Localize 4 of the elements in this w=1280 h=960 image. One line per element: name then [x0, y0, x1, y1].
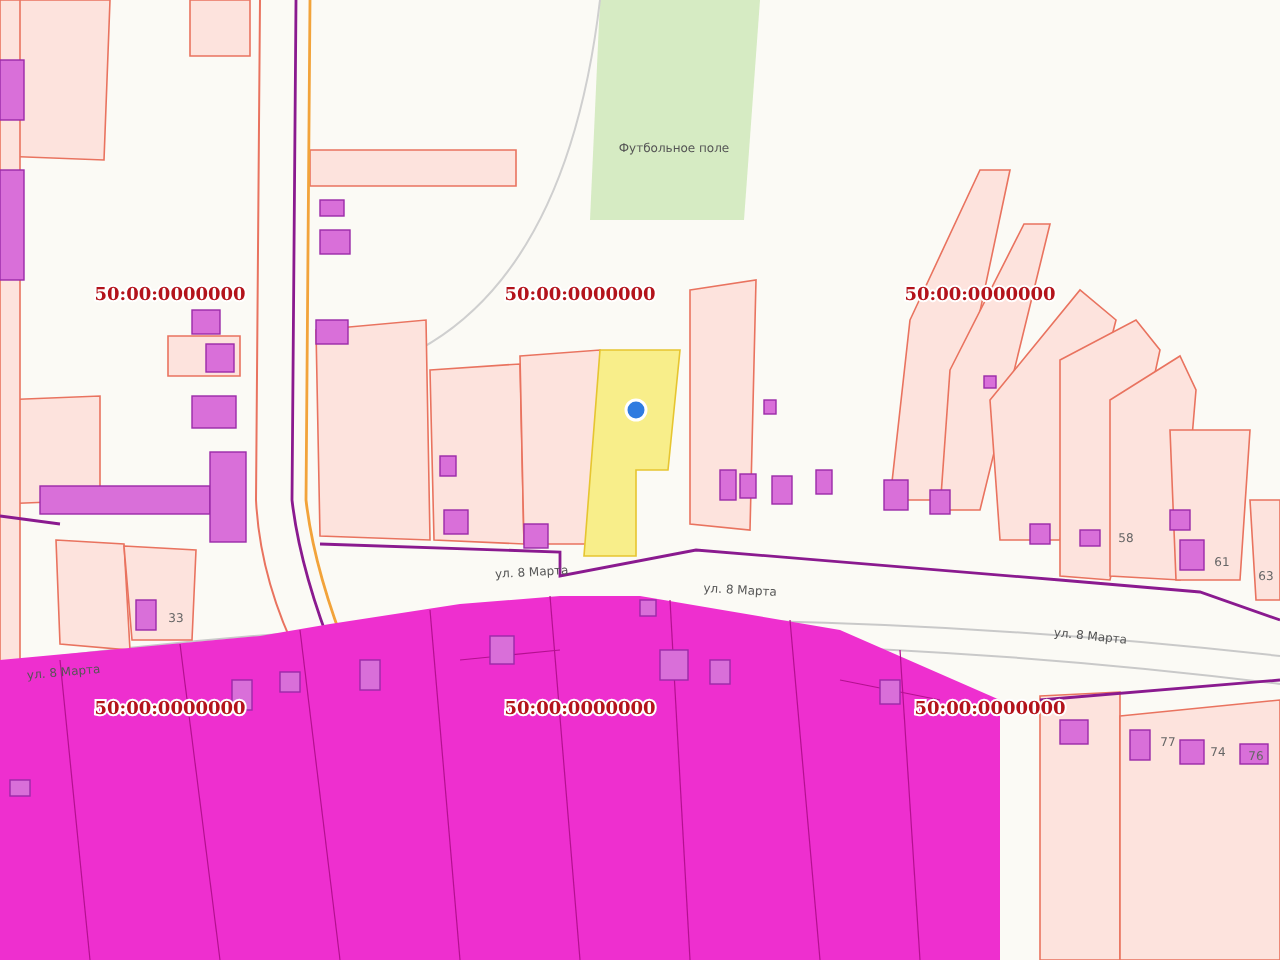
- cadastral-number: 50:00:0000000: [504, 286, 656, 306]
- cadastral-number: 50:00:0000000: [94, 286, 246, 306]
- cadastral-number: 50:00:0000000: [94, 700, 246, 720]
- cadastral-number: 50:00:0000000: [504, 700, 656, 720]
